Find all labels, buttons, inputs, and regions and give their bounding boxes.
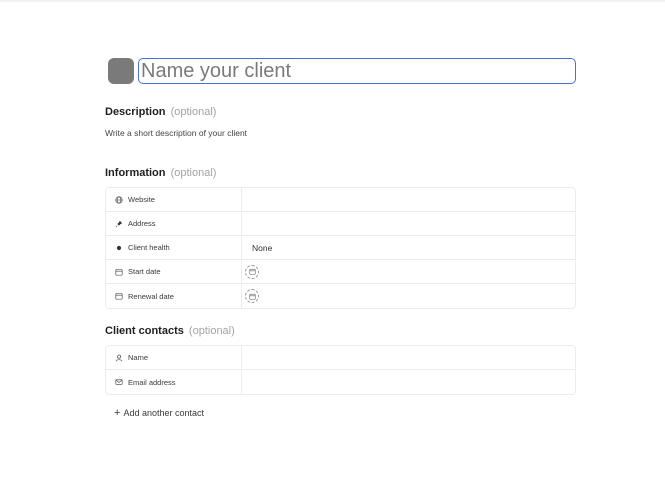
optional-tag: (optional) [170,106,217,118]
top-divider [0,0,665,2]
client-health-value[interactable]: None [242,236,575,259]
pin-icon [114,219,123,228]
address-value[interactable] [242,212,575,235]
information-heading: Information (optional) [105,167,217,179]
info-label: Start date [128,267,161,276]
info-label: Address [128,219,156,228]
globe-icon [114,195,123,204]
description-text[interactable]: Write a short description of your client [105,128,247,138]
add-contact-button[interactable]: + Add another contact [114,406,204,419]
calendar-icon [114,292,123,301]
contact-email-value[interactable] [242,370,575,394]
info-row-renewal-date: Renewal date [106,284,575,308]
start-date-picker-button[interactable] [245,264,259,279]
mail-icon [114,378,123,387]
calendar-icon [114,267,123,276]
information-table: Website Address Client health None Start… [105,187,576,309]
info-row-address: Address [106,212,575,236]
person-icon [114,353,123,362]
contact-name-value[interactable] [242,346,575,369]
dot-icon [114,243,123,252]
info-label: Website [128,195,155,204]
info-row-start-date: Start date [106,260,575,284]
info-row-website: Website [106,188,575,212]
optional-tag: (optional) [170,167,217,179]
contacts-table: Name Email address [105,345,576,395]
contact-label: Name [128,353,149,362]
plus-icon: + [114,406,121,419]
description-heading: Description (optional) [105,106,217,118]
website-value[interactable] [242,188,575,211]
info-label: Client health [128,243,170,252]
info-label: Renewal date [128,291,174,301]
client-name-input[interactable] [138,58,576,84]
client-avatar[interactable] [108,58,134,84]
optional-tag: (optional) [188,325,235,337]
contact-label: Email address [128,377,176,387]
client-contacts-heading: Client contacts (optional) [105,325,235,337]
info-row-client-health: Client health None [106,236,575,260]
contact-row-email: Email address [106,370,575,394]
add-contact-label: Add another contact [123,408,204,418]
contact-row-name: Name [106,346,575,370]
renewal-date-picker-button[interactable] [245,289,259,303]
